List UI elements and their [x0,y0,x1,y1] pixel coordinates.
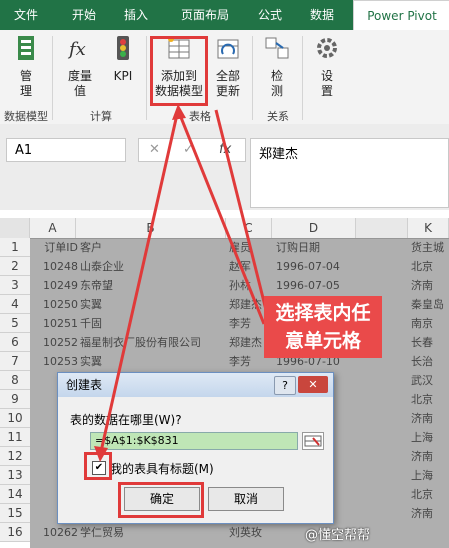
watermark: @懂空帮帮 [305,528,371,543]
annotation-arrows [94,104,270,462]
annotation-callout: 选择表内任 意单元格 [264,296,382,358]
